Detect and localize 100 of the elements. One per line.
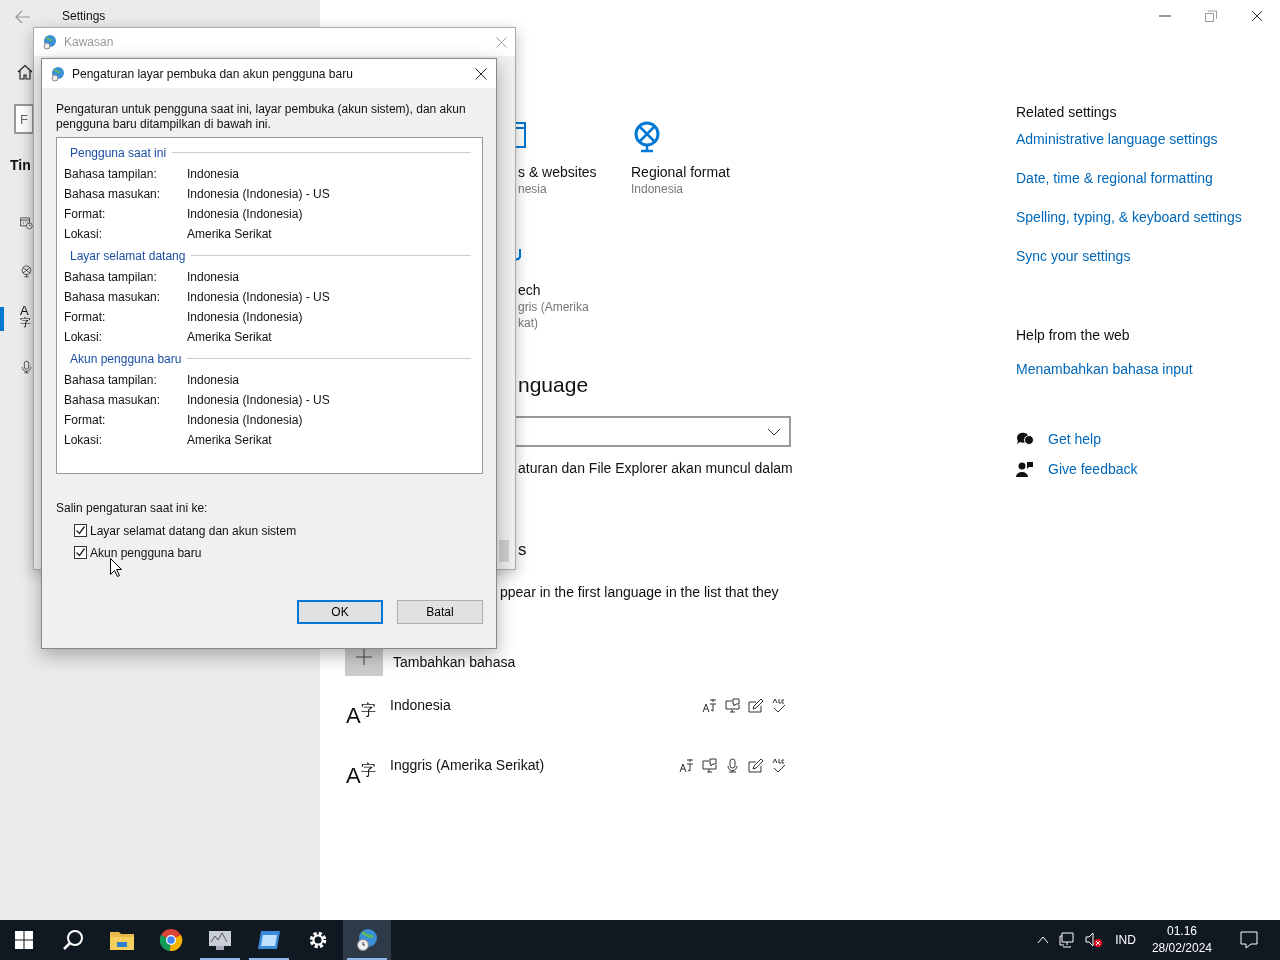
- copy-label: Salin pengaturan saat ini ke:: [56, 501, 209, 515]
- dialog-button[interactable]: Batal: [397, 600, 483, 624]
- field-label: Bahasa masukan:: [64, 187, 162, 201]
- field-label: Format:: [64, 413, 107, 427]
- field-value: Indonesia (Indonesia) - US: [187, 393, 330, 407]
- window-icon: [515, 122, 526, 148]
- globe-clock-icon: [355, 928, 379, 952]
- window-title: Kawasan: [64, 35, 114, 49]
- chat-help-icon: [1016, 431, 1034, 447]
- cursor-icon: [110, 558, 122, 577]
- clock-time[interactable]: 01.16: [1166, 923, 1197, 940]
- language-item[interactable]: A$^{字}$ Indonesia: [346, 696, 786, 740]
- window-title: Settings: [62, 9, 106, 23]
- action-link[interactable]: Give feedback: [1048, 460, 1138, 478]
- text-icon: [702, 698, 717, 713]
- settings-link[interactable]: Administrative language settings: [1016, 130, 1218, 148]
- window-icon: [257, 930, 281, 950]
- settings-link[interactable]: Spelling, typing, & keyboard settings: [1016, 208, 1242, 226]
- field-value: Indonesia: [187, 270, 240, 284]
- language-item[interactable]: A$^{字}$ Inggris (Amerika Serikat): [346, 756, 786, 800]
- pen-icon: [748, 758, 763, 773]
- globe-clock-icon: [42, 34, 58, 50]
- help-link[interactable]: Menambahkan bahasa input: [1016, 360, 1193, 378]
- field-label: Bahasa tampilan:: [64, 270, 158, 284]
- pen-icon: [748, 698, 763, 713]
- field-label: Bahasa tampilan:: [64, 373, 158, 387]
- field-value: Indonesia (Indonesia): [187, 207, 303, 221]
- field-label: Format:: [64, 310, 107, 324]
- checkbox[interactable]: [74, 524, 87, 537]
- group-title: Pengguna saat ini: [70, 145, 167, 160]
- monitor-icon: [208, 929, 232, 951]
- language-icon: A$^{字}$: [346, 702, 390, 728]
- section-heading: Related settings: [1016, 103, 1117, 121]
- chevron-down-icon: [767, 428, 781, 436]
- globe-clock-icon: [50, 65, 66, 82]
- checkbox-label[interactable]: Akun pengguna baru: [90, 545, 202, 560]
- field-value: Indonesia (Indonesia) - US: [187, 290, 330, 304]
- checkbox-label[interactable]: Layar selamat datang dan akun sistem: [90, 523, 297, 538]
- field-value: Indonesia (Indonesia) - US: [187, 187, 330, 201]
- plus-icon: [356, 648, 372, 665]
- field-label: Bahasa masukan:: [64, 290, 162, 304]
- tile-subtitle: gris (Amerika: [518, 299, 589, 315]
- browser-icon: [159, 928, 183, 952]
- tile-title[interactable]: s & websites: [518, 163, 597, 181]
- field-label: Lokasi:: [64, 433, 104, 447]
- calendar-clock-icon: [20, 214, 33, 232]
- field-label: Lokasi:: [64, 330, 104, 344]
- monitor-speech-icon: [702, 758, 717, 773]
- tile-subtitle: kat): [518, 315, 539, 331]
- settings-link[interactable]: Sync your settings: [1016, 247, 1131, 265]
- tile-subtitle: nesia: [518, 181, 548, 197]
- field-label: Format:: [64, 207, 107, 221]
- spellcheck-icon: [771, 698, 786, 713]
- group-title: Layar selamat datang: [70, 248, 186, 263]
- settings-icon: [307, 929, 329, 951]
- add-language-link[interactable]: Tambahkan bahasa: [393, 653, 516, 671]
- tile-title[interactable]: ech: [518, 281, 589, 299]
- action-link[interactable]: Get help: [1048, 430, 1101, 448]
- language-name: Inggris (Amerika Serikat): [390, 756, 546, 774]
- field-label: Bahasa masukan:: [64, 393, 162, 407]
- spellcheck-icon: [771, 758, 786, 773]
- settings-link[interactable]: Date, time & regional formatting: [1016, 169, 1213, 187]
- description-text: ppear in the first language in the list that they: [500, 583, 779, 601]
- field-label: Lokasi:: [64, 227, 104, 241]
- field-value: Amerika Serikat: [187, 330, 272, 344]
- field-value: Indonesia (Indonesia): [187, 310, 303, 324]
- microphone-icon: [725, 758, 740, 773]
- field-value: Amerika Serikat: [187, 433, 272, 447]
- group-title: Akun pengguna baru: [70, 351, 182, 366]
- globe-icon: [20, 262, 33, 280]
- clock-date[interactable]: 28/02/2024: [1151, 940, 1212, 957]
- folder-icon: [110, 930, 134, 950]
- input-language[interactable]: IND: [1115, 933, 1136, 947]
- close-icon[interactable]: [1251, 10, 1263, 22]
- text-icon: [679, 758, 694, 773]
- tile-subtitle: Indonesia: [631, 181, 685, 197]
- intro-text: Pengaturan untuk pengguna saat ini, layar pembuka (akun sistem), dan akun pengguna baru ditampilkan di bawah ini.: [56, 102, 467, 132]
- chevron-up-icon[interactable]: [1037, 936, 1050, 944]
- tile-title[interactable]: Regional format: [631, 163, 730, 181]
- field-label: Bahasa tampilan:: [64, 167, 158, 181]
- search-field[interactable]: F: [14, 104, 34, 134]
- section-heading: nguage: [518, 372, 589, 398]
- volume-muted-icon[interactable]: [1085, 932, 1104, 948]
- section-heading: s: [518, 540, 527, 560]
- restore-icon[interactable]: [1205, 10, 1217, 22]
- checkbox[interactable]: [74, 546, 87, 559]
- globe-icon: [632, 120, 662, 153]
- field-value: Amerika Serikat: [187, 227, 272, 241]
- dialog-title: Pengaturan layar pembuka dan akun pengguna baru: [72, 66, 353, 81]
- field-value: Indonesia: [187, 167, 240, 181]
- close-icon[interactable]: [475, 67, 487, 80]
- network-icon[interactable]: [1059, 932, 1076, 948]
- description-text: aturan dan File Explorer akan muncul dalam: [518, 459, 793, 477]
- dialog-button[interactable]: OK: [297, 600, 383, 624]
- sidebar-heading: Tin: [10, 157, 31, 173]
- taskbar-button[interactable]: [343, 920, 391, 960]
- notifications-icon[interactable]: [1240, 931, 1258, 949]
- microphone-icon: [20, 358, 33, 376]
- search-icon: [62, 929, 84, 951]
- home-icon[interactable]: [17, 64, 33, 80]
